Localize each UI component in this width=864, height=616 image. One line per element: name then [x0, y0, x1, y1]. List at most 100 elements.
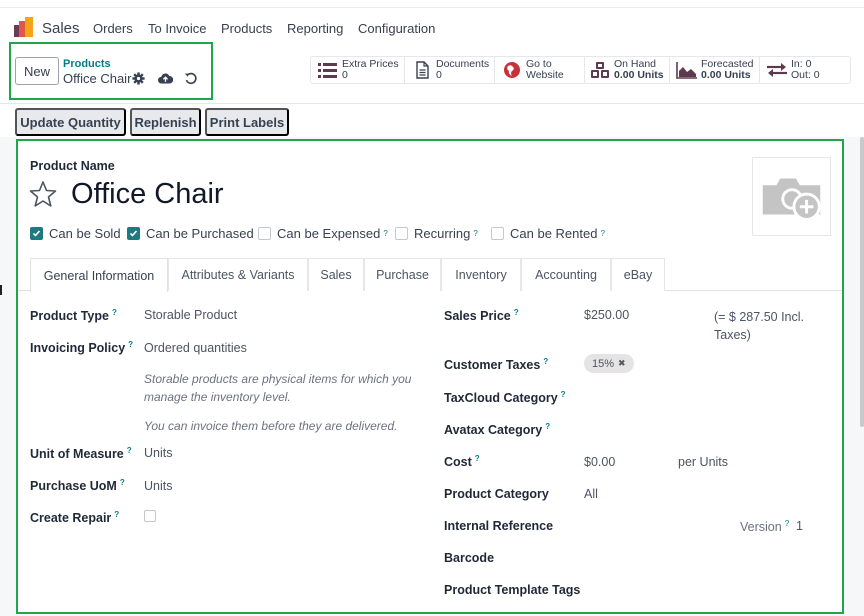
remove-tag-icon[interactable]: ✖ — [618, 358, 626, 369]
avatax-category-label: Avatax Category? — [444, 422, 551, 438]
help-icon[interactable]: ? — [475, 454, 480, 463]
help-icon[interactable]: ? — [785, 519, 789, 528]
invoice-before-delivery-note: You can invoice them before they are del… — [144, 419, 398, 433]
help-icon[interactable]: ? — [114, 510, 119, 519]
sales-price-label: Sales Price? — [444, 308, 519, 324]
tab-ebay[interactable]: eBay — [611, 258, 665, 291]
can-be-rented-label: Can be Rented — [510, 226, 598, 241]
product-type-field[interactable]: Storable Product — [144, 308, 237, 322]
purchase-uom-label: Purchase UoM? — [30, 478, 125, 494]
help-icon[interactable]: ? — [545, 422, 550, 431]
app-name[interactable]: Sales — [42, 20, 80, 37]
cost-field[interactable]: $0.00 — [584, 455, 615, 469]
help-icon[interactable]: ? — [127, 446, 132, 455]
control-panel-divider — [0, 103, 864, 104]
help-icon[interactable]: ? — [543, 357, 548, 366]
recurring-checkbox[interactable]: Recurring? — [395, 226, 478, 241]
go-to-website-button[interactable]: Go to Website — [495, 57, 585, 83]
undo-icon[interactable] — [184, 72, 197, 85]
top-divider — [0, 0, 864, 8]
tab-accounting[interactable]: Accounting — [521, 258, 611, 291]
barcode-label: Barcode — [444, 551, 495, 565]
extra-prices-label: Extra Prices — [342, 58, 399, 70]
sales-app-logo-icon[interactable] — [13, 17, 35, 37]
list-icon — [318, 63, 337, 78]
purchase-uom-field[interactable]: Units — [144, 479, 172, 493]
checkbox-checked[interactable] — [127, 227, 140, 240]
vertical-scrollbar[interactable] — [860, 137, 864, 427]
breadcrumb-products-link[interactable]: Products — [63, 58, 111, 70]
replenish-button[interactable]: Replenish — [130, 108, 201, 136]
tax-tag-label: 15% — [592, 357, 615, 370]
help-icon[interactable]: ? — [128, 340, 133, 349]
camera-add-icon — [762, 178, 821, 221]
document-icon — [416, 61, 429, 79]
can-be-sold-checkbox[interactable]: Can be Sold — [30, 226, 121, 241]
area-chart-icon — [676, 62, 697, 79]
tab-attributes-variants[interactable]: Attributes & Variants — [168, 258, 308, 291]
menu-configuration[interactable]: Configuration — [358, 21, 435, 36]
on-hand-button[interactable]: On Hand 0.00 Units — [585, 57, 670, 83]
can-be-sold-label: Can be Sold — [49, 226, 121, 241]
checkbox-checked[interactable] — [30, 227, 43, 240]
on-hand-value: 0.00 Units — [614, 69, 664, 81]
product-category-label: Product Category — [444, 487, 549, 501]
product-name-label: Product Name — [30, 159, 115, 173]
can-be-purchased-label: Can be Purchased — [146, 226, 254, 241]
help-icon[interactable]: ? — [514, 308, 519, 317]
smart-buttons-bar: Extra Prices 0 Documents 0 Go to Website On… — [310, 56, 851, 84]
odoo-product-form: Sales Orders To Invoice Products Reporti… — [0, 0, 864, 616]
product-template-tags-label: Product Template Tags — [444, 583, 581, 597]
breadcrumb-current: Office Chair — [63, 71, 132, 86]
cubes-icon — [591, 62, 609, 78]
cost-label: Cost? — [444, 454, 480, 470]
can-be-expensed-checkbox[interactable]: Can be Expensed? — [258, 226, 388, 241]
invoicing-policy-field[interactable]: Ordered quantities — [144, 341, 247, 355]
can-be-rented-checkbox[interactable]: Can be Rented? — [491, 226, 605, 241]
checkbox-unchecked[interactable] — [491, 227, 504, 240]
menu-orders[interactable]: Orders — [93, 21, 133, 36]
update-quantity-button[interactable]: Update Quantity — [15, 108, 126, 136]
menu-to-invoice[interactable]: To Invoice — [148, 21, 207, 36]
tab-purchase[interactable]: Purchase — [364, 258, 441, 291]
documents-count: 0 — [436, 69, 442, 81]
new-button[interactable]: New — [15, 57, 59, 85]
tab-inventory[interactable]: Inventory — [441, 258, 521, 291]
in-out-button[interactable]: In: 0 Out: 0 — [760, 57, 850, 83]
gear-icon[interactable] — [132, 72, 145, 85]
check-icon — [129, 230, 138, 237]
extra-prices-button[interactable]: Extra Prices 0 — [311, 57, 405, 83]
check-icon — [32, 230, 41, 237]
checkbox-unchecked[interactable] — [395, 227, 408, 240]
tab-general-information[interactable]: General Information — [30, 258, 168, 292]
create-repair-checkbox[interactable] — [144, 510, 156, 522]
help-icon[interactable]: ? — [112, 308, 117, 317]
exchange-icon — [767, 63, 787, 77]
cloud-upload-icon[interactable] — [158, 72, 173, 85]
menu-reporting[interactable]: Reporting — [287, 21, 343, 36]
print-labels-button[interactable]: Print Labels — [205, 108, 289, 136]
documents-button[interactable]: Documents 0 — [405, 57, 495, 83]
product-category-field[interactable]: All — [584, 487, 598, 501]
tax-tag[interactable]: 15% ✖ — [584, 354, 634, 373]
extra-prices-count: 0 — [342, 69, 348, 81]
help-icon[interactable]: ? — [383, 229, 387, 238]
sales-price-field[interactable]: $250.00 — [584, 308, 629, 322]
globe-icon — [504, 62, 520, 78]
favorite-star-icon[interactable] — [29, 180, 57, 208]
product-image-upload[interactable] — [752, 157, 831, 236]
help-icon[interactable]: ? — [600, 229, 604, 238]
tab-sales[interactable]: Sales — [308, 258, 364, 291]
menu-products[interactable]: Products — [221, 21, 272, 36]
forecasted-button[interactable]: Forecasted 0.00 Units — [670, 57, 760, 83]
unit-of-measure-field[interactable]: Units — [144, 446, 172, 460]
help-icon[interactable]: ? — [561, 390, 566, 399]
help-icon[interactable]: ? — [473, 229, 477, 238]
help-icon[interactable]: ? — [120, 478, 125, 487]
unit-of-measure-label: Unit of Measure? — [30, 446, 132, 462]
version-field[interactable]: 1 — [796, 519, 803, 533]
can-be-purchased-checkbox[interactable]: Can be Purchased — [127, 226, 254, 241]
product-name-field[interactable]: Office Chair — [71, 178, 224, 211]
checkbox-unchecked[interactable] — [258, 227, 271, 240]
website-label-line2: Website — [526, 69, 564, 81]
